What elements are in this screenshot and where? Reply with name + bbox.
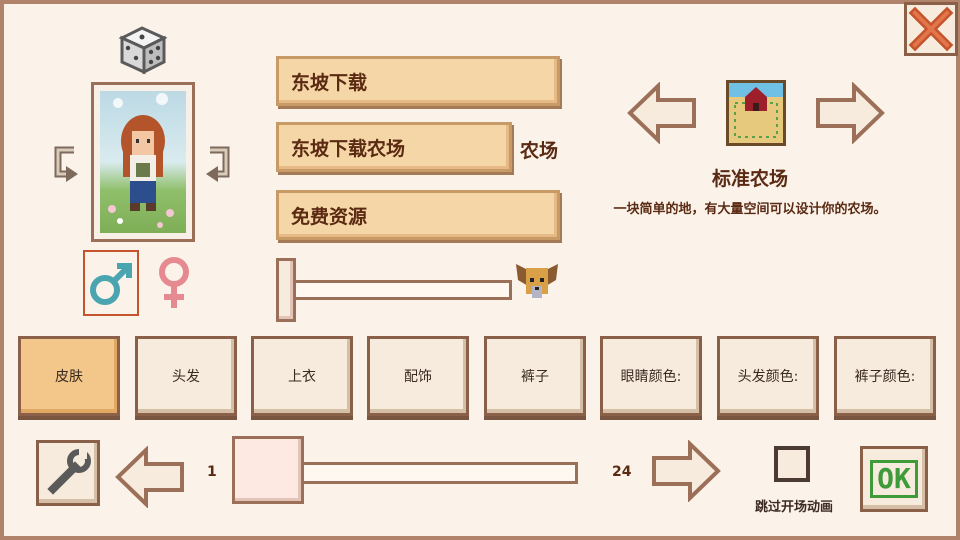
rotate-right-icon[interactable]	[204, 144, 236, 186]
tab-shirt-label: 上衣	[288, 369, 316, 385]
close-icon	[908, 6, 954, 52]
farm-prev-arrow-icon[interactable]	[626, 82, 698, 144]
slider-min-label: 1	[207, 464, 217, 480]
option-next-arrow-icon[interactable]	[650, 440, 722, 502]
farm-type-title: 标准农场	[711, 168, 788, 190]
farm-icon	[726, 80, 786, 146]
wrench-icon	[47, 449, 91, 495]
name-value: 东坡下载	[291, 71, 368, 94]
farm-type-description: 一块简单的地，有大量空间可以设计你的农场。	[613, 202, 887, 217]
pet-slider-track[interactable]	[282, 280, 512, 300]
option-slider-track[interactable]	[296, 462, 578, 484]
wrench-button[interactable]	[36, 440, 100, 506]
dice-icon[interactable]	[116, 24, 170, 76]
tab-accessory-label: 配饰	[404, 369, 432, 385]
tab-eye-color-label: 眼睛颜色:	[620, 369, 682, 385]
skip-intro-checkbox[interactable]	[774, 446, 810, 482]
male-icon	[90, 263, 132, 305]
option-prev-arrow-icon[interactable]	[114, 446, 186, 508]
tab-eye-color[interactable]: 眼睛颜色:	[600, 336, 702, 416]
rotate-left-icon[interactable]	[48, 144, 80, 186]
tab-pants-color-label: 裤子颜色:	[854, 369, 916, 385]
tab-pants-color[interactable]: 裤子颜色:	[834, 336, 936, 416]
tab-pants[interactable]: 裤子	[484, 336, 586, 416]
option-slider-handle[interactable]	[232, 436, 304, 504]
male-button[interactable]	[83, 250, 139, 316]
ok-button[interactable]: OK	[860, 446, 928, 512]
favorite-thing-field[interactable]: 免费资源	[276, 190, 560, 240]
portrait-background	[100, 91, 186, 233]
tab-skin-label: 皮肤	[55, 369, 83, 385]
character-portrait	[91, 82, 195, 242]
farm-name-field[interactable]: 东坡下载农场	[276, 122, 512, 172]
tab-hair-color-label: 头发颜色:	[737, 369, 799, 385]
pet-slider-handle[interactable]	[276, 258, 296, 322]
tab-accessory[interactable]: 配饰	[367, 336, 469, 416]
favorite-thing-value: 免费资源	[291, 205, 368, 228]
name-field[interactable]: 东坡下载	[276, 56, 560, 106]
tab-pants-label: 裤子	[521, 369, 549, 385]
farmer-sprite	[108, 93, 174, 228]
slider-max-label: 24	[612, 464, 632, 480]
female-icon[interactable]	[148, 252, 200, 314]
skip-intro-label: 跳过开场动画	[754, 500, 833, 515]
dog-icon[interactable]	[512, 256, 562, 306]
tab-hair-color[interactable]: 头发颜色:	[717, 336, 819, 416]
tab-hair-label: 头发	[172, 369, 200, 385]
farm-name-value: 东坡下载农场	[291, 137, 406, 160]
tab-shirt[interactable]: 上衣	[251, 336, 353, 416]
tab-hair[interactable]: 头发	[135, 336, 237, 416]
farm-next-arrow-icon[interactable]	[814, 82, 886, 144]
close-button[interactable]	[904, 2, 958, 56]
farm-suffix-label: 农场	[520, 140, 559, 162]
tab-skin[interactable]: 皮肤	[18, 336, 120, 416]
ok-button-label: OK	[870, 460, 918, 498]
